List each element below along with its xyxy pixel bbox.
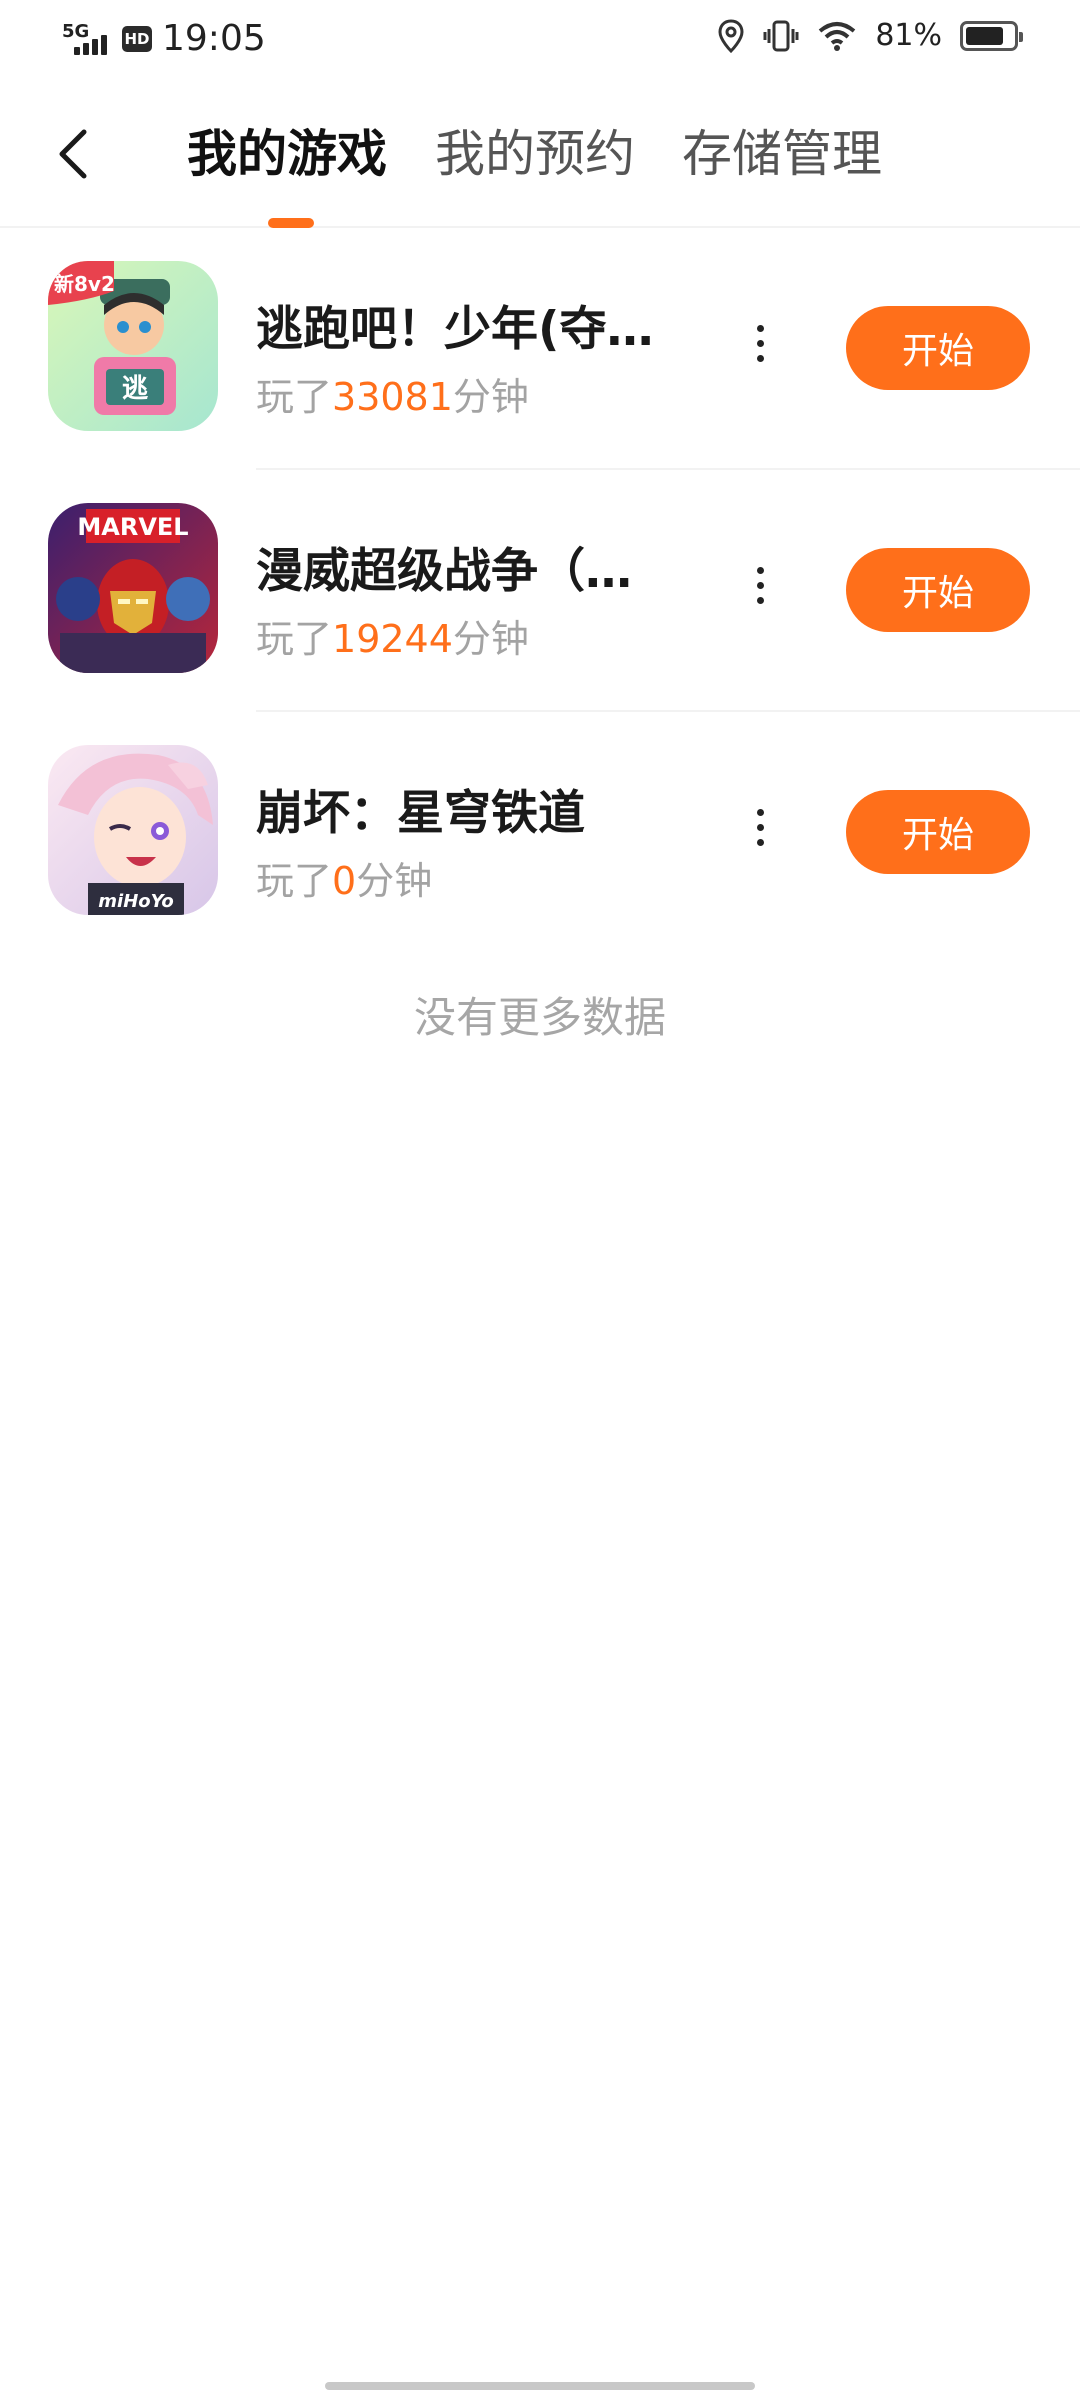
list-item[interactable]: miHoYo 崩坏：星穹铁道 玩了0分钟 开始 (0, 712, 1080, 954)
start-button[interactable]: 开始 (846, 548, 1030, 632)
wifi-icon (819, 21, 856, 51)
play-time: 玩了0分钟 (256, 850, 432, 905)
play-time-suffix: 分钟 (452, 375, 529, 419)
game-icon-marvel-badge: MARVEL (77, 513, 188, 541)
status-right: 81% (717, 18, 1023, 53)
tab-storage-management[interactable]: 存储管理 (682, 122, 882, 186)
game-title[interactable]: 崩坏：星穹铁道 (256, 774, 676, 843)
status-left: 5G HD 19:05 (62, 18, 266, 59)
list-item[interactable]: 逃 新8v2 逃跑吧！少年(夺… 玩了33081分钟 开始 (0, 228, 1080, 470)
battery-percent: 81% (875, 18, 942, 53)
vibrate-icon (763, 20, 799, 51)
signal-icon: 5G (62, 21, 112, 57)
home-indicator[interactable] (325, 2382, 755, 2390)
play-time-prefix: 玩了 (256, 375, 333, 419)
no-more-data-text: 没有更多数据 (413, 993, 666, 1042)
active-tab-indicator (268, 218, 314, 228)
play-time-suffix: 分钟 (356, 859, 433, 903)
more-options-icon[interactable] (740, 792, 780, 862)
game-icon-escape-text: 逃 (122, 374, 148, 404)
play-time: 玩了19244分钟 (256, 608, 529, 663)
location-icon (718, 18, 744, 53)
game-icon-starrail-badge: miHoYo (98, 891, 173, 912)
play-time-suffix: 分钟 (452, 617, 529, 661)
game-icon-escape[interactable]: 逃 新8v2 (48, 261, 218, 431)
battery-icon (960, 20, 1023, 51)
play-time: 玩了33081分钟 (256, 366, 529, 421)
game-title[interactable]: 漫威超级战争（… (256, 532, 676, 601)
start-button[interactable]: 开始 (846, 306, 1030, 390)
game-icon-marvel[interactable]: MARVEL (48, 503, 218, 673)
game-icon-escape-badge: 新8v2 (54, 272, 115, 296)
game-title[interactable]: 逃跑吧！少年(夺… (256, 290, 676, 359)
chevron-left-icon (59, 129, 87, 179)
play-time-minutes: 33081 (332, 375, 453, 419)
play-time-minutes: 0 (332, 859, 357, 903)
list-item[interactable]: MARVEL 漫威超级战争（… 玩了19244分钟 开始 (0, 470, 1080, 712)
top-navigation: 我的游戏 我的预约 存储管理 (0, 100, 1080, 228)
tab-my-reservations[interactable]: 我的预约 (435, 122, 635, 186)
game-list: 逃 新8v2 逃跑吧！少年(夺… 玩了33081分钟 开始 MARVEL 漫威超… (0, 228, 1080, 954)
back-button[interactable] (46, 122, 102, 186)
start-button[interactable]: 开始 (846, 790, 1030, 874)
play-time-prefix: 玩了 (256, 859, 333, 903)
tab-my-games[interactable]: 我的游戏 (187, 122, 387, 186)
more-options-icon[interactable] (740, 550, 780, 620)
status-time: 19:05 (162, 18, 266, 59)
status-bar: 5G HD 19:05 81% (0, 0, 1080, 80)
game-icon-starrail[interactable]: miHoYo (48, 745, 218, 915)
play-time-minutes: 19244 (332, 617, 453, 661)
hd-icon: HD (122, 25, 152, 52)
more-options-icon[interactable] (740, 308, 780, 378)
play-time-prefix: 玩了 (256, 617, 333, 661)
